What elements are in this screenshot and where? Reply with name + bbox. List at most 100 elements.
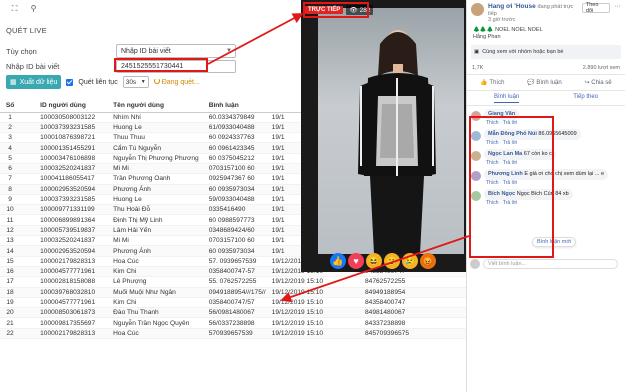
haha-reaction-icon[interactable]: 😆 xyxy=(366,253,382,269)
sad-reaction-icon[interactable]: 😢 xyxy=(402,253,418,269)
cell-user-name: Nhím Nhí xyxy=(95,112,199,123)
chevron-down-icon: ▼ xyxy=(226,48,232,54)
table-row[interactable]: 22 100002179828313 Hoa Cúc 570939657539 19/1… xyxy=(0,328,466,340)
cell-phone: 84981480067 xyxy=(365,307,466,319)
type-row: Tùy chọn Nhập ID bài viết ▼ xyxy=(6,44,236,58)
export-button-label: Xuất dữ liệu xyxy=(19,78,58,86)
post-description: 🌲🌲🌲 NOEL NOEL NOEL Hằng Phan xyxy=(467,26,625,42)
type-select[interactable]: Nhập ID bài viết ▼ xyxy=(116,44,236,58)
cell-user-name: Đinh Thị Mỹ Linh xyxy=(95,214,199,226)
col-user-id[interactable]: ID người dùng xyxy=(20,99,96,113)
follow-button[interactable]: Theo dõi xyxy=(581,2,610,14)
type-select-value: Nhập ID bài viết xyxy=(121,47,171,55)
interval-select[interactable]: 30s ▼ xyxy=(122,76,149,88)
cell-user-id: 100037393231585 xyxy=(20,122,96,134)
cell-user-name: Muối Muội Như Ngân xyxy=(95,287,199,298)
cell-comment: 570939657539 xyxy=(198,328,272,340)
table-row[interactable]: 19 100004577771961 Kim Chi 0358400747/57 19/… xyxy=(0,297,466,309)
col-user-name[interactable]: Tên người dùng xyxy=(95,99,199,113)
cell-user-id: 100041186055417 xyxy=(20,173,96,185)
cell-no: 16 xyxy=(0,266,21,278)
cell-user-name: Nguyễn Trần Ngọc Quyên xyxy=(95,317,199,329)
cell-phone: 845709396575 xyxy=(365,328,466,340)
cell-no: 5 xyxy=(0,153,21,164)
cell-comment: 0703157100 60 xyxy=(198,235,272,247)
cell-user-name: Kim Chi xyxy=(95,297,199,309)
highlight-live-badge xyxy=(303,2,369,18)
cell-user-name: Trần Phương Oanh xyxy=(95,173,199,185)
cell-comment: 60 0375045212 xyxy=(198,153,272,164)
post-stats: 1,7K 2.890 lượt xem xyxy=(467,62,625,75)
scan-status: Đang quét... xyxy=(153,78,200,86)
cell-user-id: 100002953520594 xyxy=(20,245,96,257)
comment-action[interactable]: 💬 Bình luận xyxy=(527,79,562,86)
streamer-image xyxy=(358,30,436,254)
table-row[interactable]: 21 100009817355697 Nguyễn Trần Ngọc Quyên 5… xyxy=(0,317,466,329)
cell-comment: 56/0981480067 xyxy=(198,307,272,319)
cell-user-name: Mi Mi xyxy=(95,163,199,175)
cell-user-name: Mi Mi xyxy=(95,235,199,247)
more-icon[interactable]: ··· xyxy=(614,3,621,23)
cell-no: 18 xyxy=(0,287,21,298)
cell-user-id: 100002179828313 xyxy=(20,328,96,340)
col-comment[interactable]: Bình luận xyxy=(198,99,272,113)
cell-no: 19 xyxy=(0,297,21,309)
comment-input[interactable]: Viết bình luận... xyxy=(483,259,618,269)
cell-no: 1 xyxy=(0,112,21,123)
chevron-down-icon: ▼ xyxy=(140,79,146,85)
cell-user-id: 100032520241837 xyxy=(20,235,96,247)
cell-no: 21 xyxy=(0,317,21,329)
cell-comment: 0335416490 xyxy=(198,204,272,216)
continuous-checkbox[interactable] xyxy=(66,78,74,86)
cell-user-name: Thu Hoài Đỗ xyxy=(95,204,199,216)
views-count: 2.890 lượt xem xyxy=(582,65,620,71)
watch-party-banner[interactable]: ▣ Cùng xem với nhóm hoặc bạn bè xyxy=(471,45,621,59)
post-time: 3 giờ trước xyxy=(488,17,516,23)
cell-comment: 56/0337238898 xyxy=(198,317,272,329)
page-name[interactable]: Hang ơi 'House xyxy=(488,3,536,10)
like-reaction-icon[interactable]: 👍 xyxy=(330,253,346,269)
cell-comment: 61/0933040488 xyxy=(198,122,272,134)
desc-line-2: Hằng Phan xyxy=(473,34,501,40)
angry-reaction-icon[interactable]: 😡 xyxy=(420,253,436,269)
love-reaction-icon[interactable]: ♥ xyxy=(348,253,364,269)
export-button[interactable]: ▦ Xuất dữ liệu xyxy=(6,75,62,89)
cell-time: 19/12/2019 15:10 xyxy=(271,287,366,298)
search-icon[interactable]: ⚲ xyxy=(29,4,38,13)
desc-line-1: 🌲🌲🌲 NOEL NOEL NOEL xyxy=(473,27,543,33)
tab-next[interactable]: Tiếp theo xyxy=(573,94,598,103)
expand-icon[interactable]: ⛶ xyxy=(10,4,19,13)
cell-comment: 0348689424/60 xyxy=(198,225,272,237)
cell-user-name: Nguyễn Thị Phương Phương xyxy=(95,153,199,164)
cell-user-name: Huong Le xyxy=(95,122,199,134)
comment-action-label: Bình luận xyxy=(536,80,562,86)
table-row[interactable]: 17 100002818158088 Lê Phượng 55. 0762572255… xyxy=(0,276,466,288)
cell-user-name: Phương Ánh xyxy=(95,184,199,195)
cell-user-name: Đào Thu Thanh xyxy=(95,307,199,319)
like-action[interactable]: 👍 Thích xyxy=(480,79,504,86)
tab-comments[interactable]: Bình luận xyxy=(493,94,520,103)
table-row[interactable]: 20 100008503061873 Đào Thu Thanh 56/0981480… xyxy=(0,307,466,319)
cell-comment: 60 0988597773 xyxy=(198,214,272,226)
cell-time: 19/12/2019 15:10 xyxy=(271,307,366,319)
excel-icon: ▦ xyxy=(10,79,17,86)
col-no[interactable]: Số xyxy=(0,99,21,113)
video-frame xyxy=(318,8,464,254)
cell-time: 19/12/2019 15:10 xyxy=(271,328,366,340)
cell-time: 19/12/2019 15:10 xyxy=(271,297,366,309)
highlight-comments xyxy=(469,116,554,258)
cell-no: 20 xyxy=(0,307,21,319)
share-action[interactable]: ↪ Chia sẻ xyxy=(585,79,612,86)
cell-time: 19/12/2019 15:10 xyxy=(271,317,366,329)
cell-user-name: Hoa Cúc xyxy=(95,256,199,267)
wow-reaction-icon[interactable]: 😮 xyxy=(384,253,400,269)
reaction-count[interactable]: 1,7K xyxy=(472,65,483,71)
cell-no: 17 xyxy=(0,276,21,288)
table-row[interactable]: 18 100039768032810 Muối Muội Như Ngân 09491… xyxy=(0,287,466,298)
live-video[interactable] xyxy=(301,0,471,272)
cell-no: 11 xyxy=(0,214,21,226)
page-avatar[interactable] xyxy=(471,3,484,16)
like-action-label: Thích xyxy=(489,80,505,86)
cell-no: 13 xyxy=(0,235,21,247)
cell-comment: 60 0924337763 xyxy=(198,132,272,144)
